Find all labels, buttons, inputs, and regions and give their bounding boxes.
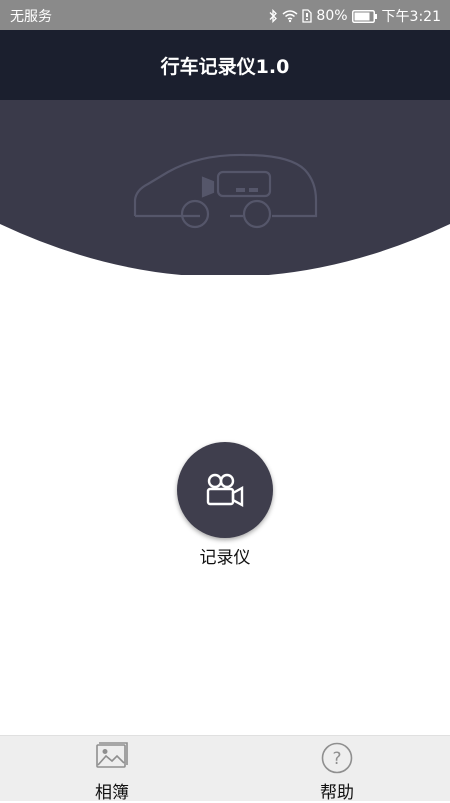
image-icon bbox=[96, 742, 128, 768]
clock-time: 下午3:21 bbox=[381, 9, 441, 25]
record-label: 记录仪 bbox=[199, 548, 251, 568]
svg-text:?: ? bbox=[332, 749, 341, 769]
nav-label-help: 帮助 bbox=[320, 783, 354, 803]
help-icon: ? bbox=[321, 742, 353, 774]
page-title: 行车记录仪1.0 bbox=[160, 55, 290, 78]
carrier-text: 无服务 bbox=[10, 9, 52, 25]
hero-banner bbox=[0, 100, 450, 277]
wifi-icon bbox=[282, 10, 298, 23]
nav-item-album[interactable]: 相簿 bbox=[52, 736, 172, 803]
hero-background bbox=[0, 100, 450, 277]
app-header: 行车记录仪1.0 bbox=[0, 30, 450, 100]
bottom-nav: 相簿 ? 帮助 bbox=[0, 735, 450, 803]
status-bar: 无服务 80% 下午3:21 bbox=[0, 0, 450, 30]
battery-icon bbox=[351, 9, 377, 23]
bluetooth-icon bbox=[269, 9, 278, 23]
nav-label-album: 相簿 bbox=[95, 783, 129, 803]
record-button-wrap bbox=[177, 442, 273, 538]
nav-item-help[interactable]: ? 帮助 bbox=[277, 736, 397, 803]
record-button[interactable] bbox=[177, 442, 273, 538]
status-icons: 80% 下午3:21 bbox=[268, 6, 441, 26]
sim-card-icon bbox=[302, 9, 313, 23]
video-camera-icon bbox=[206, 473, 244, 508]
battery-percent: 80% bbox=[316, 8, 348, 24]
